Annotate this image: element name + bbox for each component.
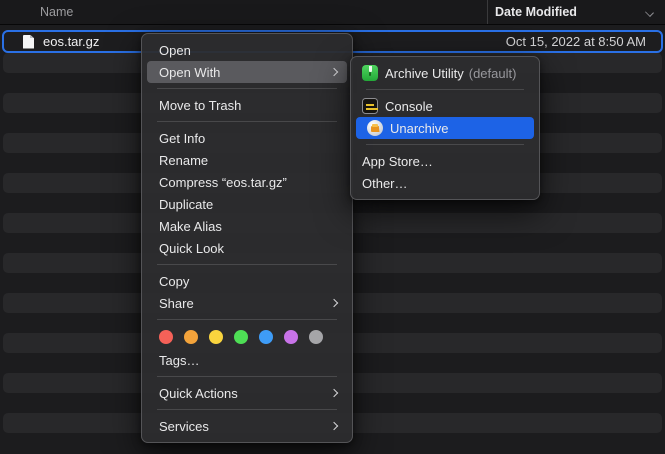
chevron-right-icon xyxy=(330,68,338,76)
document-icon xyxy=(23,35,34,49)
menu-item-duplicate[interactable]: Duplicate xyxy=(142,193,352,215)
chevron-right-icon xyxy=(330,422,338,430)
menu-separator xyxy=(366,89,524,90)
menu-item-open-with[interactable]: Open With xyxy=(147,61,347,83)
menu-separator xyxy=(157,264,337,265)
tag-color-dot[interactable] xyxy=(309,330,323,344)
tag-color-dot[interactable] xyxy=(184,330,198,344)
default-app-label: (default) xyxy=(469,66,517,81)
menu-item-copy[interactable]: Copy xyxy=(142,270,352,292)
column-header-name[interactable]: Name xyxy=(0,5,487,19)
menu-separator xyxy=(157,376,337,377)
menu-item-rename[interactable]: Rename xyxy=(142,149,352,171)
list-header: Name Date Modified xyxy=(0,0,665,25)
open-with-submenu: Archive Utility (default) Console Unarch… xyxy=(350,56,540,200)
menu-item-quick-actions[interactable]: Quick Actions xyxy=(142,382,352,404)
menu-separator xyxy=(157,409,337,410)
tag-color-dot[interactable] xyxy=(259,330,273,344)
menu-separator xyxy=(157,88,337,89)
submenu-item-unarchive[interactable]: Unarchive xyxy=(356,117,534,139)
menu-item-compress[interactable]: Compress “eos.tar.gz” xyxy=(142,171,352,193)
column-header-date-modified[interactable]: Date Modified xyxy=(487,0,665,24)
menu-item-get-info[interactable]: Get Info xyxy=(142,127,352,149)
menu-item-services[interactable]: Services xyxy=(142,415,352,437)
unarchive-icon xyxy=(367,120,383,136)
chevron-right-icon xyxy=(330,389,338,397)
menu-item-make-alias[interactable]: Make Alias xyxy=(142,215,352,237)
context-menu: Open Open With Move to Trash Get Info Re… xyxy=(141,33,353,443)
archive-utility-icon xyxy=(362,65,378,81)
tag-color-dot[interactable] xyxy=(284,330,298,344)
menu-item-quick-look[interactable]: Quick Look xyxy=(142,237,352,259)
chevron-down-icon[interactable] xyxy=(645,8,654,17)
menu-separator xyxy=(157,319,337,320)
file-date-modified: Oct 15, 2022 at 8:50 AM xyxy=(506,34,646,49)
menu-item-share[interactable]: Share xyxy=(142,292,352,314)
submenu-item-archive-utility[interactable]: Archive Utility (default) xyxy=(351,62,539,84)
submenu-item-app-store[interactable]: App Store… xyxy=(351,150,539,172)
console-icon xyxy=(362,98,378,114)
date-modified-label: Date Modified xyxy=(495,5,577,19)
tag-color-row xyxy=(142,325,352,349)
menu-separator xyxy=(366,144,524,145)
file-name: eos.tar.gz xyxy=(43,34,99,49)
chevron-right-icon xyxy=(330,299,338,307)
tag-color-dot[interactable] xyxy=(209,330,223,344)
tag-color-dot[interactable] xyxy=(159,330,173,344)
menu-item-open[interactable]: Open xyxy=(142,39,352,61)
menu-separator xyxy=(157,121,337,122)
menu-item-tags[interactable]: Tags… xyxy=(142,349,352,371)
submenu-item-other[interactable]: Other… xyxy=(351,172,539,194)
submenu-item-console[interactable]: Console xyxy=(351,95,539,117)
tag-color-dot[interactable] xyxy=(234,330,248,344)
menu-item-move-to-trash[interactable]: Move to Trash xyxy=(142,94,352,116)
